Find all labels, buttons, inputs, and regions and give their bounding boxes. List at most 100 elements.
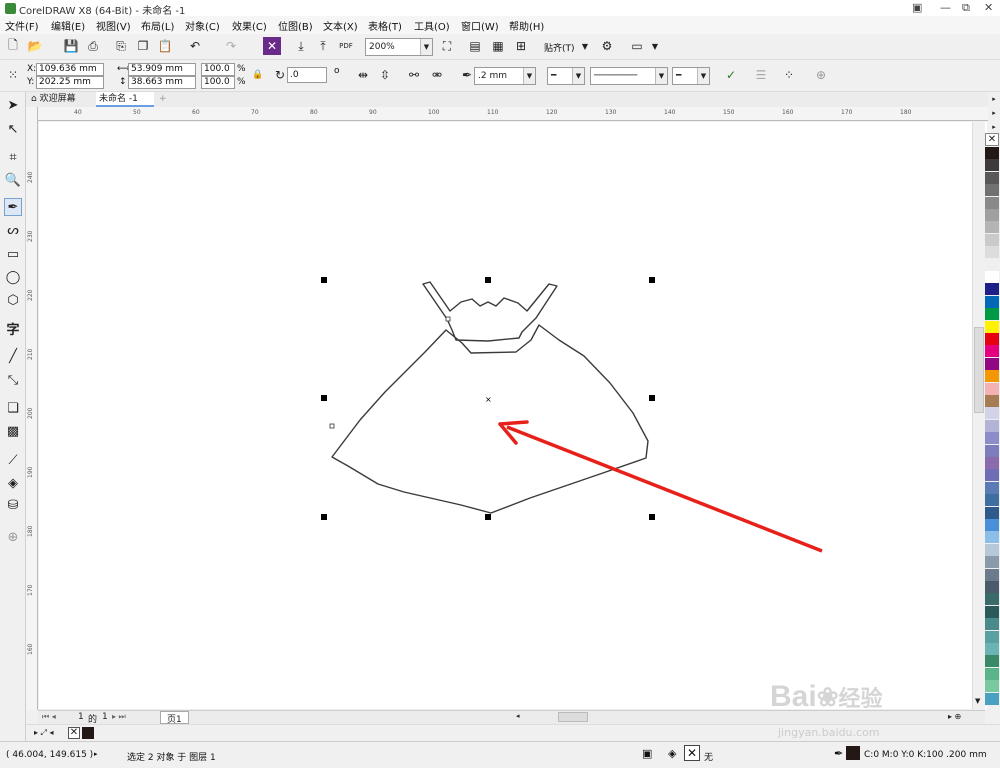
new-tab-icon[interactable]: + — [156, 92, 170, 107]
palette-swatch[interactable] — [985, 680, 999, 694]
palette-swatch[interactable] — [985, 171, 999, 185]
add-tool-icon[interactable]: ⊕ — [4, 528, 22, 546]
menu-help[interactable]: 帮助(H) — [509, 18, 544, 33]
options-gear-icon[interactable]: ⚙ — [598, 37, 616, 55]
pick-tool-icon[interactable]: ➤ — [4, 96, 22, 114]
redo-icon[interactable]: ↷ — [222, 37, 240, 55]
scroll-thumb[interactable] — [974, 327, 984, 413]
page-tab[interactable]: 页1 — [160, 711, 189, 725]
no-fill-swatch[interactable]: ✕ — [985, 133, 999, 146]
artistic-media-tool-icon[interactable]: ᔕ — [4, 221, 22, 239]
palette-swatch[interactable] — [985, 444, 999, 458]
snap-dropdown-icon[interactable]: ▼ — [576, 37, 594, 55]
outline-width-select[interactable]: .2 mm ▼ — [474, 67, 536, 85]
width-field[interactable]: 53.909 mm — [128, 63, 196, 76]
fill-none-swatch[interactable]: ✕ — [684, 745, 700, 761]
crop-tool-icon[interactable]: ⌗ — [4, 148, 22, 166]
menu-tools[interactable]: 工具(O) — [414, 18, 450, 33]
text-tool-icon[interactable]: 字 — [4, 319, 22, 338]
rotation-angle-field[interactable]: .0 — [287, 67, 327, 83]
print-icon[interactable]: ⎙ — [84, 37, 102, 55]
close-button[interactable]: ✕ — [984, 1, 993, 14]
palette-swatch[interactable] — [985, 643, 999, 656]
x-position-field[interactable]: 109.636 mm — [36, 63, 104, 76]
zoom-level-select[interactable]: 200% ▼ — [365, 38, 433, 56]
menu-edit[interactable]: 编辑(E) — [51, 18, 85, 33]
show-guidelines-icon[interactable]: ⊞ — [512, 37, 530, 55]
palette-swatch[interactable] — [985, 395, 999, 408]
horizontal-ruler[interactable]: 40 50 60 70 80 90 100 110 120 130 140 15… — [38, 107, 988, 121]
palette-swatch[interactable] — [985, 593, 999, 607]
scale-y-field[interactable]: 100.0 — [201, 76, 235, 89]
menu-file[interactable]: 文件(F) — [5, 18, 39, 33]
palette-swatch[interactable] — [985, 308, 999, 322]
palette-swatch[interactable] — [985, 618, 999, 632]
save-icon[interactable]: 💾 — [62, 37, 80, 55]
dock-arrows[interactable]: ▸ ▸ ▸ — [988, 92, 1000, 133]
open-icon[interactable]: 📂 — [26, 37, 44, 55]
palette-swatch[interactable] — [985, 481, 999, 495]
palette-swatch[interactable] — [985, 457, 999, 470]
palette-swatch[interactable] — [985, 667, 999, 681]
next-page-icon[interactable]: ▸ ⏭ — [112, 712, 126, 722]
palette-swatch[interactable] — [985, 333, 999, 346]
menu-table[interactable]: 表格(T) — [368, 18, 402, 33]
menu-object[interactable]: 对象(C) — [185, 18, 220, 33]
palette-swatch[interactable] — [985, 568, 999, 582]
menu-bitmaps[interactable]: 位图(B) — [278, 18, 313, 33]
palette-swatch[interactable] — [985, 246, 999, 260]
drop-shadow-tool-icon[interactable]: ❏ — [4, 399, 22, 417]
palette-swatch[interactable] — [985, 147, 999, 160]
dimension-tool-icon[interactable]: ╱ — [4, 347, 22, 365]
zoom-tool-icon[interactable]: 🔍 — [4, 171, 22, 189]
tab-welcome[interactable]: ⌂ 欢迎屏幕 — [28, 92, 96, 107]
palette-swatch[interactable] — [985, 357, 999, 371]
combine-icon[interactable]: ⚯ — [405, 66, 423, 84]
connector-tool-icon[interactable]: ⤡ — [4, 371, 22, 389]
wrap-text-icon[interactable]: ☰ — [752, 66, 770, 84]
outline-color-swatch[interactable] — [846, 746, 860, 760]
palette-swatch[interactable] — [985, 605, 999, 619]
scroll-down-icon[interactable]: ▼ — [975, 697, 980, 705]
scale-x-field[interactable]: 100.0 — [201, 63, 235, 76]
import-icon[interactable]: ⤓ — [292, 37, 310, 55]
lock-ratio-icon[interactable]: 🔒 — [249, 66, 267, 84]
palette-swatch[interactable] — [985, 209, 999, 222]
status-menu-arrow[interactable]: ▸ — [94, 750, 98, 758]
new-document-icon[interactable]: 🗋 — [4, 37, 22, 55]
palette-swatch[interactable] — [985, 581, 999, 594]
menu-window[interactable]: 窗口(W) — [461, 18, 499, 33]
pen-tool-icon[interactable]: ✒ — [4, 198, 22, 216]
shape-tool-icon[interactable]: ↖ — [4, 120, 22, 138]
palette-swatch[interactable] — [985, 506, 999, 520]
palette-swatch[interactable] — [985, 556, 999, 570]
palette-swatch[interactable] — [985, 271, 999, 284]
palette-swatch[interactable] — [985, 295, 999, 309]
add-icon[interactable]: ⊕ — [812, 66, 830, 84]
palette-swatch[interactable] — [985, 407, 999, 421]
undo-icon[interactable]: ↶ — [186, 37, 204, 55]
palette-swatch[interactable] — [985, 531, 999, 545]
minimize-button[interactable]: — — [940, 1, 951, 14]
interactive-fill-tool-icon[interactable]: ◈ — [4, 474, 22, 492]
no-color-swatch[interactable]: ✕ — [68, 727, 80, 739]
export-icon[interactable]: ⤒ — [314, 37, 332, 55]
menu-text[interactable]: 文本(X) — [323, 18, 358, 33]
palette-swatch[interactable] — [985, 184, 999, 198]
palette-swatch[interactable] — [985, 320, 999, 334]
palette-swatch[interactable] — [985, 221, 999, 235]
mirror-vertical-icon[interactable]: ⇳ — [376, 66, 394, 84]
menu-effects[interactable]: 效果(C) — [232, 18, 267, 33]
palette-swatch[interactable] — [985, 419, 999, 433]
launcher-dropdown-icon[interactable]: ▼ — [646, 37, 664, 55]
palette-swatch[interactable] — [985, 692, 999, 706]
palette-swatch[interactable] — [985, 469, 999, 483]
color-palette[interactable]: ✕ — [985, 133, 999, 709]
cut-icon[interactable]: ⎘ — [112, 37, 130, 55]
transparency-tool-icon[interactable]: ▩ — [4, 422, 22, 440]
restore-button[interactable]: ⧉ — [962, 1, 970, 15]
scroll-left-icon[interactable]: ◂ — [516, 712, 524, 720]
palette-swatch[interactable] — [985, 233, 999, 247]
y-position-field[interactable]: 202.25 mm — [36, 76, 104, 89]
search-content-icon[interactable]: ✕ — [263, 37, 281, 55]
